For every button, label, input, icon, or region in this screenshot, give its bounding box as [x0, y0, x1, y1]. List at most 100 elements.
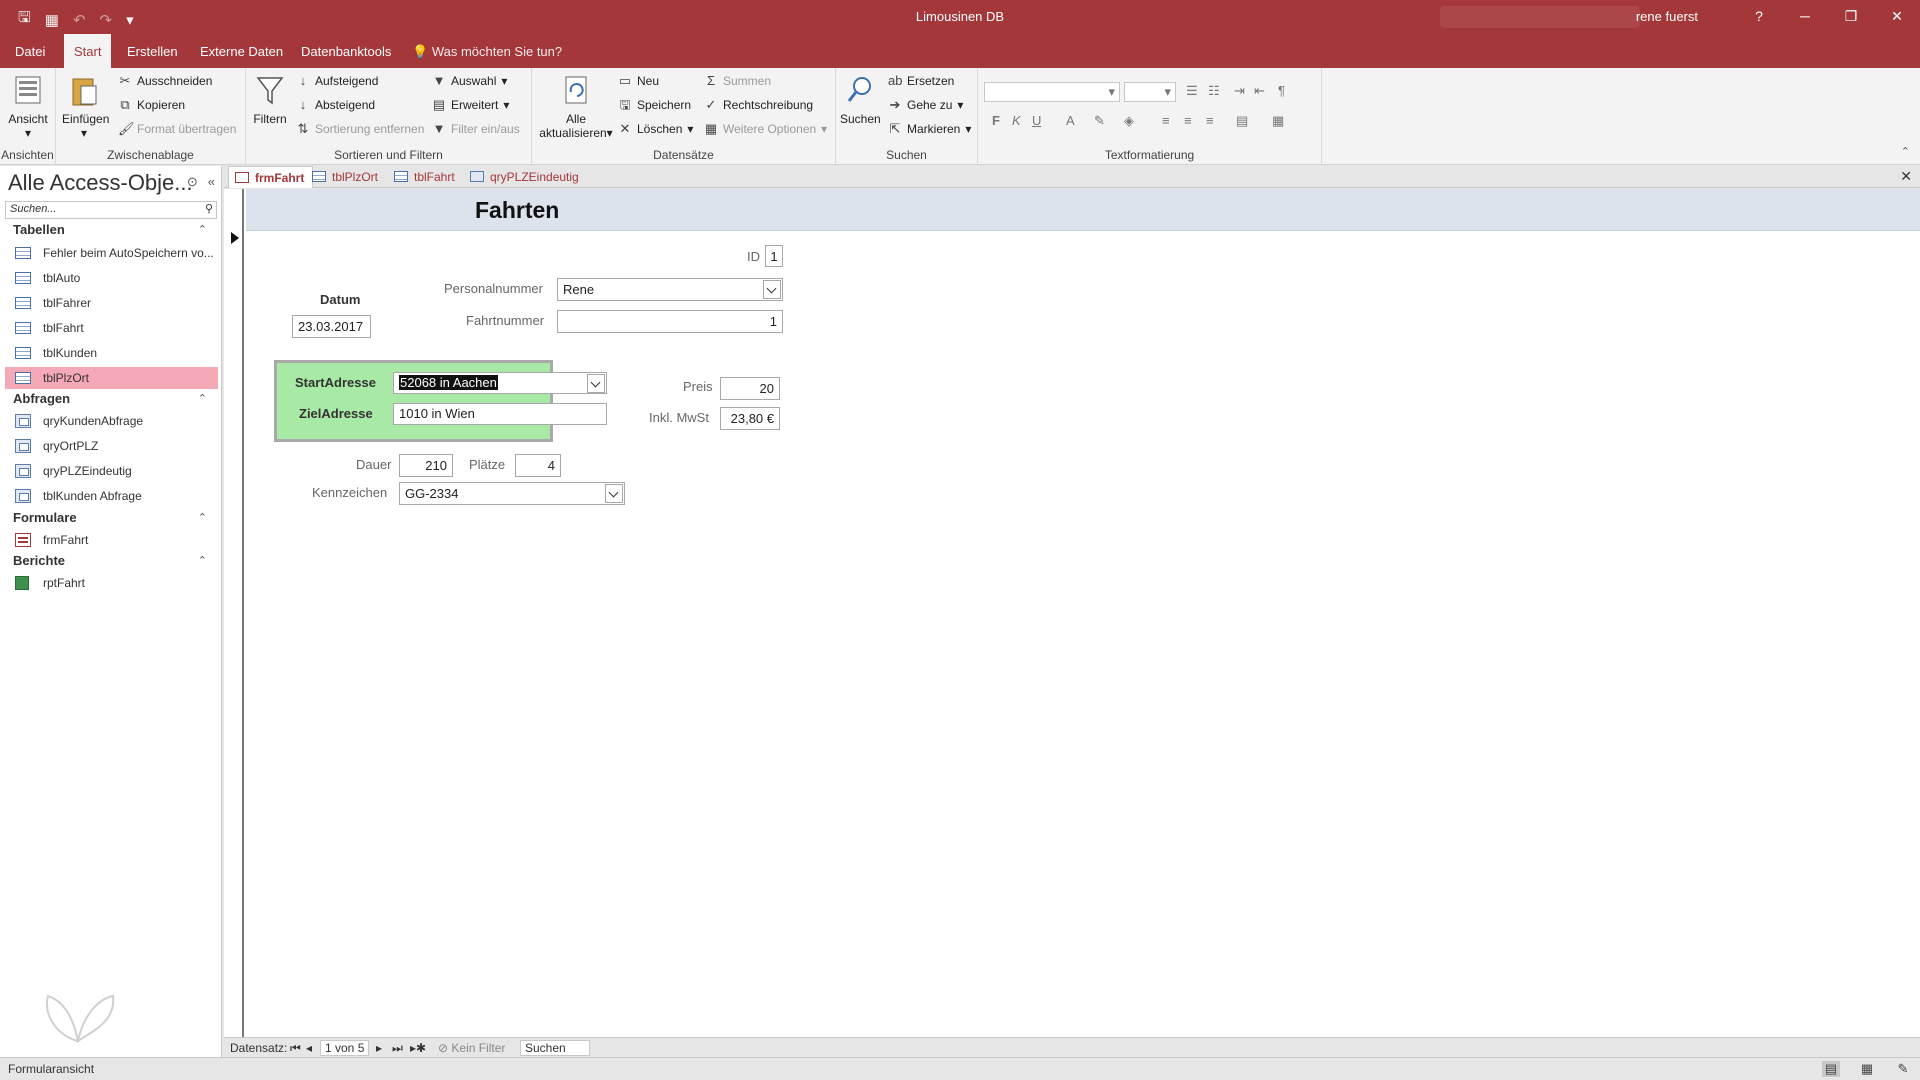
tell-me-search[interactable]: 💡 Was möchten Sie tun? [412, 44, 562, 60]
indent-increase-icon[interactable]: ⇥ [1234, 83, 1245, 99]
last-record-icon[interactable]: ⏭ [392, 1041, 403, 1056]
form-view-icon[interactable]: ▤ [1822, 1061, 1840, 1077]
zieladresse-combo[interactable]: 1010 in Wien [393, 403, 607, 425]
doc-tab-tblfahrt[interactable]: tblFahrt [388, 166, 463, 188]
help-button[interactable]: ? [1736, 0, 1782, 34]
aufsteigend-button[interactable]: ↓ Aufsteigend [296, 74, 379, 89]
tab-externe-daten[interactable]: Externe Daten [200, 44, 283, 59]
doc-tab-frmfahrt[interactable]: frmFahrt [228, 166, 314, 188]
sortierung-entfernen-button[interactable]: ⇅ Sortierung entfernen [296, 122, 425, 137]
restore-button[interactable]: ❐ [1828, 0, 1874, 34]
collapse-section-icon[interactable]: ⌃ [198, 392, 207, 405]
bold-button[interactable]: F [992, 113, 1000, 128]
redo-icon[interactable]: ↷ [100, 11, 113, 29]
nav-item-table[interactable]: tblFahrt [5, 317, 218, 339]
font-name-combo[interactable]: ▾ [984, 82, 1120, 102]
inkl-mwst-field[interactable]: 23,80 € [720, 407, 780, 430]
nav-item-query[interactable]: qryPLZEindeutig [5, 460, 218, 482]
doc-tab-tblplzort[interactable]: tblPlzOrt [306, 166, 386, 188]
design-view-icon[interactable]: ✎ [1894, 1061, 1912, 1077]
nav-item-form[interactable]: frmFahrt [5, 529, 218, 551]
close-window-button[interactable]: ✕ [1874, 0, 1920, 34]
chevron-down-icon[interactable] [587, 374, 605, 393]
datum-field[interactable]: 23.03.2017 [292, 315, 371, 338]
nav-item-table[interactable]: tblKunden [5, 342, 218, 364]
no-filter-button[interactable]: ⊘ Kein Filter [438, 1041, 505, 1055]
gehe-zu-button[interactable]: ➔ Gehe zu ▾ [888, 98, 964, 113]
tab-start[interactable]: Start [64, 34, 112, 68]
chevron-down-icon[interactable] [605, 484, 623, 503]
tab-datenbanktools[interactable]: Datenbanktools [301, 44, 391, 59]
section-formulare[interactable]: Formulare ⌃ [0, 510, 220, 530]
speichern-button[interactable]: 🖫 Speichern [618, 98, 691, 113]
record-position-field[interactable]: 1 von 5 [320, 1040, 370, 1056]
nav-item-table[interactable]: Fehler beim AutoSpeichern vo... [5, 242, 218, 264]
summen-button[interactable]: Σ Summen [704, 74, 771, 89]
doc-tab-qryplzeindeutig[interactable]: qryPLZEindeutig [464, 166, 587, 188]
collapse-ribbon-icon[interactable]: ⌃ [1901, 145, 1910, 158]
highlight-icon[interactable]: ✎ [1094, 113, 1105, 129]
nav-menu-icon[interactable]: ⊙ [187, 174, 198, 190]
plaetze-field[interactable]: 4 [515, 454, 561, 477]
auswahl-button[interactable]: ▼ Auswahl ▾ [432, 74, 508, 89]
record-selector[interactable] [224, 189, 244, 1037]
alle-aktualisieren-button[interactable]: Alle aktualisieren▾ [536, 74, 616, 140]
ansicht-button[interactable]: Ansicht ▾ [6, 74, 50, 140]
nav-item-report[interactable]: rptFahrt [5, 572, 218, 594]
bullets-icon[interactable]: ☰ [1186, 83, 1198, 99]
indent-decrease-icon[interactable]: ⇤ [1254, 83, 1265, 99]
close-document-icon[interactable]: ✕ [1900, 168, 1912, 185]
underline-button[interactable]: U [1032, 113, 1041, 128]
gridlines-icon[interactable]: ▦ [1272, 113, 1284, 129]
numbering-icon[interactable]: ☷ [1208, 83, 1220, 99]
nav-title[interactable]: Alle Access-Obje... [8, 170, 193, 196]
user-name[interactable]: rene fuerst [1636, 9, 1698, 24]
absteigend-button[interactable]: ↓ Absteigend [296, 98, 375, 113]
rechtschreibung-button[interactable]: ✓ Rechtschreibung [704, 98, 814, 113]
nav-item-table[interactable]: tblAuto [5, 267, 218, 289]
format-uebertragen-button[interactable]: 🖌 Format übertragen [118, 122, 236, 137]
collapse-section-icon[interactable]: ⌃ [198, 511, 207, 524]
collapse-section-icon[interactable]: ⌃ [198, 223, 207, 236]
startadresse-combo[interactable]: 52068 in Aachen [393, 372, 607, 394]
fill-color-icon[interactable]: ◈ [1124, 113, 1134, 129]
section-abfragen[interactable]: Abfragen ⌃ [0, 391, 220, 411]
nav-item-query[interactable]: qryOrtPLZ [5, 435, 218, 457]
chevron-down-icon[interactable] [763, 280, 781, 299]
suchen-button[interactable]: Suchen [840, 74, 881, 126]
filter-einaus-button[interactable]: ▼ Filter ein/aus [432, 122, 520, 137]
dauer-field[interactable]: 210 [399, 454, 453, 477]
align-left-icon[interactable]: ≡ [1162, 113, 1170, 128]
filtern-button[interactable]: Filtern [250, 74, 290, 126]
font-size-combo[interactable]: ▾ [1124, 82, 1176, 102]
undo-icon[interactable]: ↶ [73, 11, 86, 29]
minimize-button[interactable]: ─ [1782, 0, 1828, 34]
collapse-section-icon[interactable]: ⌃ [198, 554, 207, 567]
conditional-format-icon[interactable]: ▤ [1236, 113, 1248, 129]
kennzeichen-combo[interactable]: GG-2334 [399, 482, 625, 505]
paragraph-direction-icon[interactable]: ¶ [1278, 83, 1285, 98]
nav-item-table[interactable]: tblFahrer [5, 292, 218, 314]
form-view-icon[interactable]: ▦ [45, 11, 59, 29]
nav-item-table-selected[interactable]: tblPlzOrt [5, 367, 218, 389]
layout-view-icon[interactable]: ▦ [1858, 1061, 1876, 1077]
id-field[interactable]: 1 [765, 245, 783, 267]
loeschen-button[interactable]: ✕ Löschen ▾ [618, 122, 694, 137]
section-berichte[interactable]: Berichte ⌃ [0, 553, 220, 573]
collapse-pane-icon[interactable]: « [208, 174, 215, 190]
tab-erstellen[interactable]: Erstellen [127, 44, 178, 59]
save-icon[interactable]: 🖫 [18, 7, 31, 32]
nav-search-input[interactable]: Suchen... ⚲ [5, 201, 217, 219]
search-icon[interactable]: ⚲ [205, 202, 213, 215]
previous-record-icon[interactable]: ◂ [306, 1041, 312, 1055]
fahrtnummer-field[interactable]: 1 [557, 310, 783, 333]
align-right-icon[interactable]: ≡ [1206, 113, 1214, 128]
weitere-optionen-button[interactable]: ▦ Weitere Optionen ▾ [704, 122, 827, 137]
neu-button[interactable]: ▭ Neu [618, 74, 659, 89]
nav-item-query[interactable]: tblKunden Abfrage [5, 485, 218, 507]
ausschneiden-button[interactable]: ✂ Ausschneiden [118, 74, 213, 89]
customize-toolbar-icon[interactable]: ▾ [126, 11, 134, 29]
nav-item-query[interactable]: qryKundenAbfrage [5, 410, 218, 432]
first-record-icon[interactable]: ⏮ [290, 1041, 301, 1056]
einfuegen-button[interactable]: Einfügen ▾ [62, 74, 109, 140]
